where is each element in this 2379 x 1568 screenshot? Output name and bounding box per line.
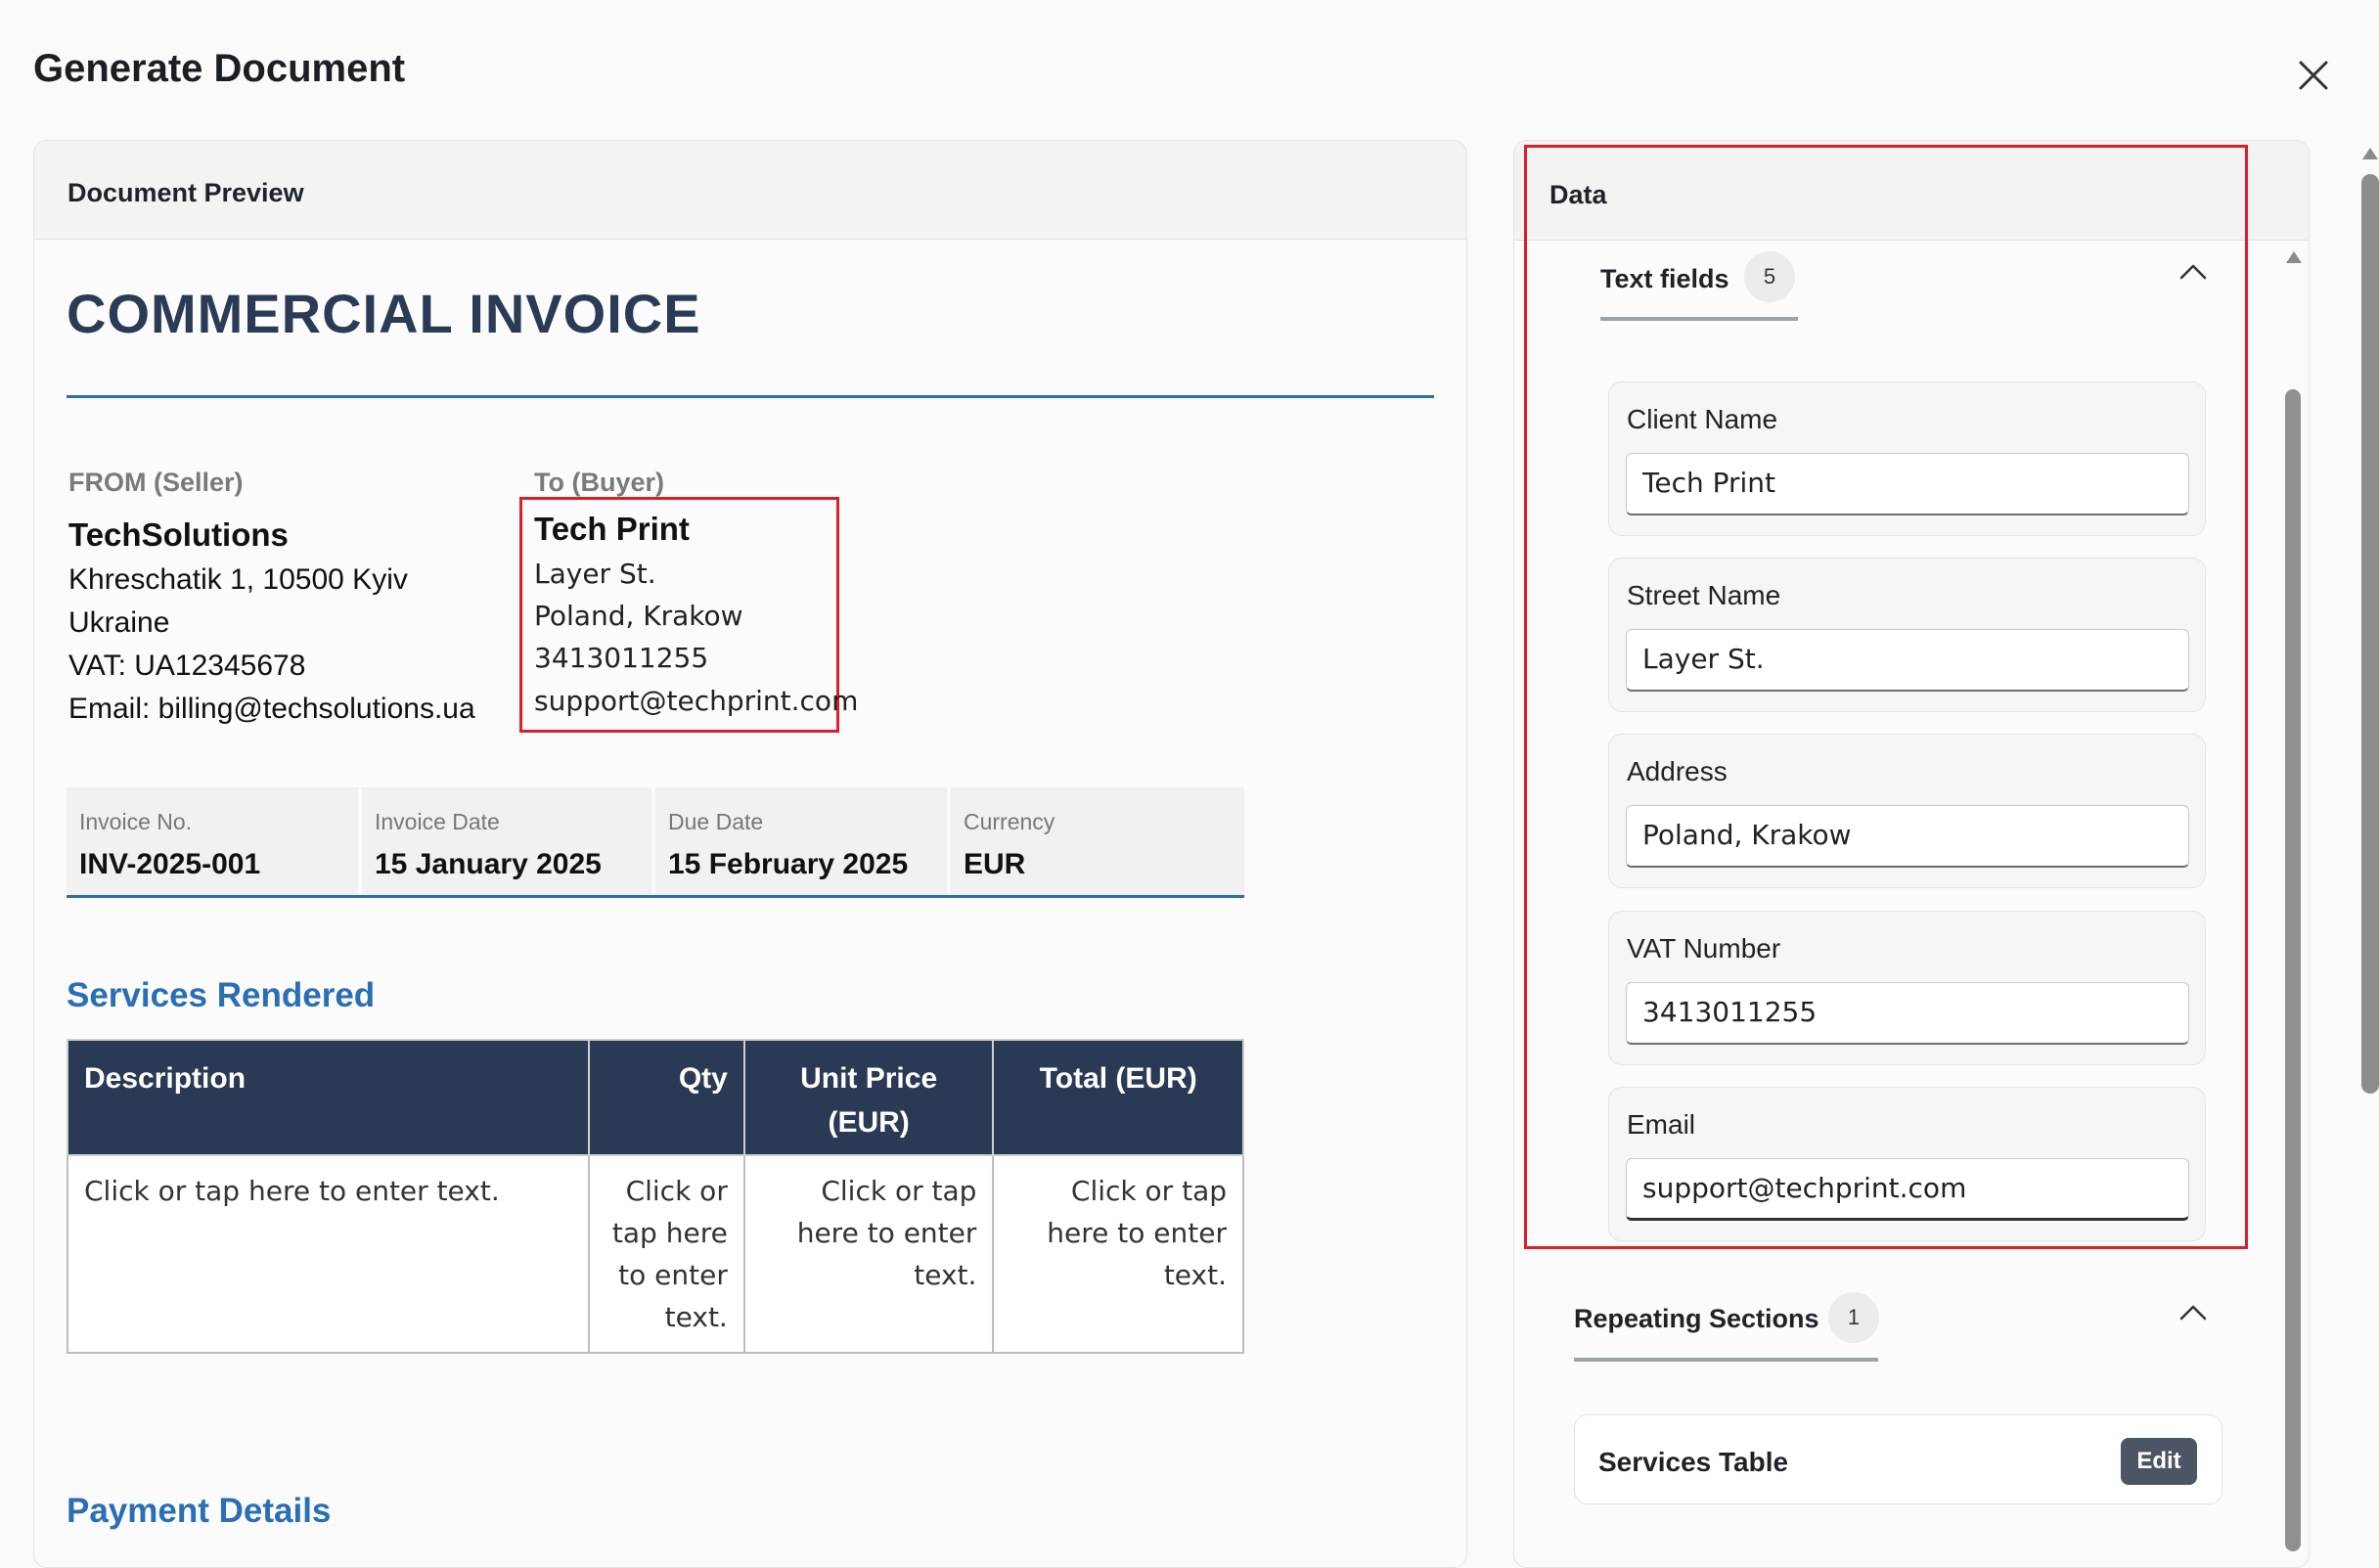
client-name-input[interactable]: Tech Print: [1626, 453, 2189, 515]
repeating-sections-collapse-button[interactable]: [2174, 1293, 2213, 1332]
dialog-title: Generate Document: [33, 47, 406, 90]
buyer-vat[interactable]: 3413011255: [534, 642, 708, 674]
chevron-up-icon: [2179, 1305, 2207, 1321]
address-input[interactable]: Poland, Krakow: [1626, 805, 2189, 868]
meta-label: Invoice No.: [79, 809, 193, 834]
street-name-input[interactable]: Layer St.: [1626, 629, 2189, 692]
inner-scroll-up-arrow[interactable]: [2285, 250, 2303, 269]
col-description: Description: [67, 1039, 590, 1156]
meta-currency: Currency EUR: [951, 787, 1244, 895]
text-fields-underline: [1600, 317, 1798, 321]
invoice-meta-table: Invoice No. INV-2025-001 Invoice Date 15…: [67, 787, 1244, 898]
vat-number-input[interactable]: 3413011255: [1626, 982, 2189, 1045]
meta-invoice-date: Invoice Date 15 January 2025: [362, 787, 651, 895]
field-label: Client Name: [1627, 404, 1778, 434]
seller-name: TechSolutions: [68, 516, 289, 553]
title-divider: [67, 395, 1434, 398]
triangle-up-icon: [2362, 148, 2378, 159]
document-preview-title: Document Preview: [67, 178, 304, 207]
meta-value: INV-2025-001: [79, 848, 261, 880]
close-icon: [2299, 61, 2328, 90]
services-table-card: Services Table Edit: [1574, 1414, 2222, 1504]
meta-label: Due Date: [668, 809, 764, 834]
document-preview-header: Document Preview: [34, 141, 1466, 240]
buyer-email[interactable]: support@techprint.com: [534, 685, 858, 717]
meta-label: Invoice Date: [375, 809, 500, 834]
text-fields-count-badge: 5: [1744, 251, 1795, 302]
field-label: Address: [1627, 756, 1728, 786]
seller-country: Ukraine: [68, 606, 170, 639]
cell-description[interactable]: Click or tap here to enter text.: [67, 1154, 590, 1354]
text-fields-collapse-button[interactable]: [2174, 252, 2213, 291]
seller-address: Khreschatik 1, 10500 Kyiv: [68, 563, 408, 596]
field-label: Email: [1627, 1109, 1696, 1140]
payment-heading: Payment Details: [67, 1492, 332, 1530]
inner-scrollbar-thumb[interactable]: [2285, 389, 2301, 1551]
text-fields-title[interactable]: Text fields: [1600, 264, 1729, 294]
to-label: To (Buyer): [534, 468, 664, 497]
services-heading: Services Rendered: [67, 976, 376, 1014]
col-unit-price: Unit Price (EUR): [742, 1039, 995, 1156]
chevron-up-icon: [2179, 264, 2207, 280]
field-client-name: Client Name Tech Print: [1608, 381, 2206, 536]
col-total: Total (EUR): [992, 1039, 1244, 1156]
table-row: Click or tap here to enter text. Click o…: [67, 1154, 1244, 1354]
close-button[interactable]: [2289, 51, 2338, 100]
field-email: Email support@techprint.com: [1608, 1087, 2206, 1241]
repeating-sections-count-badge: 1: [1828, 1292, 1879, 1343]
repeating-sections-underline: [1574, 1358, 1878, 1362]
triangle-up-icon: [2286, 251, 2302, 263]
meta-value: EUR: [964, 848, 1026, 880]
buyer-name[interactable]: Tech Print: [534, 511, 690, 548]
table-header-row: Description Qty Unit Price (EUR) Total (…: [67, 1039, 1244, 1156]
seller-email: Email: billing@techsolutions.ua: [68, 693, 475, 725]
field-label: VAT Number: [1627, 933, 1781, 963]
meta-value: 15 February 2025: [668, 848, 909, 880]
cell-unit-price[interactable]: Click or tap here to enter text.: [742, 1154, 995, 1354]
meta-due-date: Due Date 15 February 2025: [655, 787, 947, 895]
services-table-label: Services Table: [1598, 1447, 1789, 1477]
buyer-address[interactable]: Poland, Krakow: [534, 600, 743, 632]
buyer-street[interactable]: Layer St.: [534, 558, 656, 590]
repeating-sections-title[interactable]: Repeating Sections: [1574, 1304, 1819, 1334]
cell-total[interactable]: Click or tap here to enter text.: [992, 1154, 1244, 1354]
from-label: FROM (Seller): [68, 468, 244, 497]
cell-qty[interactable]: Click or tap here to enter text.: [587, 1154, 745, 1354]
field-vat-number: VAT Number 3413011255: [1608, 911, 2206, 1065]
meta-value: 15 January 2025: [375, 848, 602, 880]
field-address: Address Poland, Krakow: [1608, 734, 2206, 888]
field-street-name: Street Name Layer St.: [1608, 558, 2206, 712]
col-qty: Qty: [587, 1039, 745, 1156]
outer-scrollbar-thumb[interactable]: [2361, 174, 2379, 1094]
outer-scroll-up-arrow[interactable]: [2361, 147, 2379, 165]
seller-vat: VAT: UA12345678: [68, 650, 306, 682]
invoice-title: COMMERCIAL INVOICE: [67, 283, 701, 344]
edit-button[interactable]: Edit: [2121, 1438, 2197, 1485]
meta-label: Currency: [964, 809, 1055, 834]
email-input[interactable]: support@techprint.com: [1626, 1158, 2189, 1221]
meta-invoice-no: Invoice No. INV-2025-001: [67, 787, 358, 895]
field-label: Street Name: [1627, 580, 1781, 610]
services-table: Description Qty Unit Price (EUR) Total (…: [67, 1039, 1244, 1354]
